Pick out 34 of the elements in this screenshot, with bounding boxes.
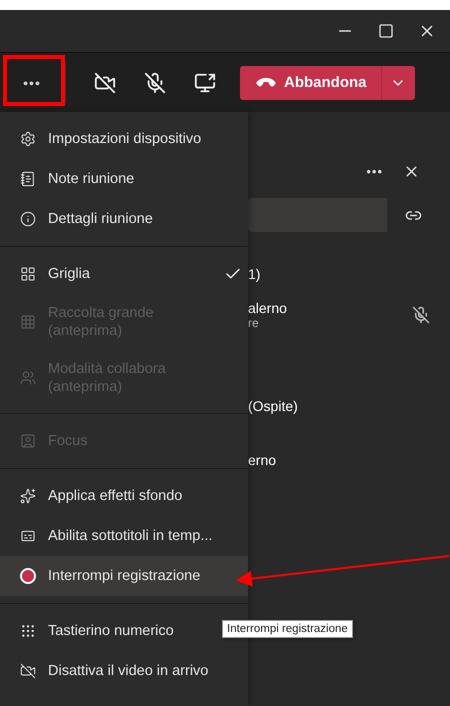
menu-item-icon	[20, 623, 36, 639]
section-heading: 1)	[248, 266, 262, 282]
menu-item[interactable]: Impostazioni dispositivo	[0, 119, 248, 159]
tooltip: Interrompi registrazione	[222, 620, 353, 638]
menu-item[interactable]: Abilita sottotitoli in temp...	[0, 516, 248, 556]
menu-item-icon	[20, 131, 36, 147]
mic-off-icon	[144, 72, 166, 94]
participant-name: alerno	[248, 300, 287, 316]
menu-item-icon	[20, 171, 36, 187]
search-field[interactable]	[248, 198, 387, 232]
camera-off-icon	[94, 72, 116, 94]
menu-item[interactable]: Griglia	[0, 254, 248, 294]
annotation-frame	[3, 55, 65, 106]
participant-name: (Ospite)	[248, 398, 299, 414]
menu-item[interactable]: Note riunione	[0, 159, 248, 199]
share-screen-icon	[194, 72, 216, 94]
menu-item[interactable]: Dettagli riunione	[0, 199, 248, 239]
panel-more-button[interactable]: •••	[366, 164, 383, 178]
menu-item-icon	[20, 528, 36, 544]
menu-item[interactable]: Applica effetti sfondo	[0, 476, 248, 516]
participant-name: erno	[248, 452, 278, 468]
menu-item[interactable]: Interrompi registrazione	[0, 556, 248, 596]
menu-item-icon	[20, 488, 36, 504]
menu-item-icon	[20, 314, 36, 330]
participant-role: re	[248, 316, 260, 330]
menu-item-icon	[20, 433, 36, 449]
maximize-icon[interactable]	[378, 23, 394, 39]
record-icon	[20, 568, 36, 584]
menu-item-icon	[20, 370, 36, 386]
menu-item-icon	[20, 266, 36, 282]
menu-item-icon	[20, 211, 36, 227]
leave-button[interactable]: Abbandona	[240, 66, 380, 100]
menu-item-icon	[20, 663, 36, 679]
menu-item[interactable]: Disattiva il video in arrivo	[0, 651, 248, 691]
